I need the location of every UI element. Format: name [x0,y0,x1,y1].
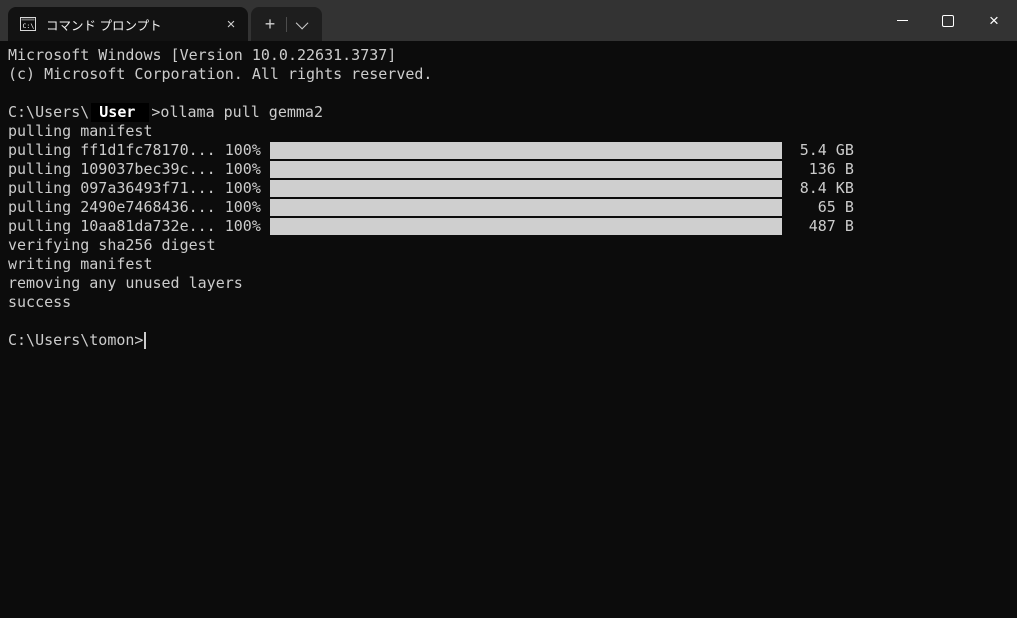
terminal-blank-line [8,84,1009,103]
download-size: 65 B [782,198,854,217]
terminal-progress-line: pulling ff1d1fc78170... 100%5.4 GB [8,141,1009,160]
terminal-screen[interactable]: Microsoft Windows [Version 10.0.22631.37… [0,41,1017,618]
svg-text:C:\: C:\ [23,22,35,30]
download-size: 487 B [782,217,854,236]
terminal-line: verifying sha256 digest [8,236,1009,255]
close-button[interactable]: × [971,0,1017,41]
close-icon: × [989,12,999,29]
new-tab-group: + [251,7,322,41]
new-tab-button[interactable]: + [254,7,286,41]
download-size: 136 B [782,160,854,179]
command-prompt-icon: C:\ [20,17,36,31]
terminal-prompt-line: C:\Users\User>ollama pull gemma2 [8,103,1009,122]
terminal-prompt-line: C:\Users\tomon> [8,331,1009,350]
minimize-icon [897,20,908,21]
progress-bar [270,161,782,178]
terminal-progress-line: pulling 109037bec39c... 100%136 B [8,160,1009,179]
terminal-line: removing any unused layers [8,274,1009,293]
tab-command-prompt[interactable]: C:\ コマンド プロンプト × [8,7,248,41]
terminal-line: success [8,293,1009,312]
progress-bar [270,199,782,216]
terminal-line: Microsoft Windows [Version 10.0.22631.37… [8,46,1009,65]
tab-close-icon[interactable]: × [220,13,242,35]
terminal-line: pulling manifest [8,122,1009,141]
terminal-line: writing manifest [8,255,1009,274]
tab-dropdown-button[interactable] [287,7,319,41]
download-size: 8.4 KB [782,179,854,198]
terminal-progress-line: pulling 10aa81da732e... 100%487 B [8,217,1009,236]
title-bar: C:\ コマンド プロンプト × + × [0,0,1017,41]
tab-title: コマンド プロンプト [46,15,162,34]
progress-bar [270,218,782,235]
progress-bar [270,180,782,197]
text-cursor [144,332,146,349]
terminal-window: C:\ コマンド プロンプト × + × Micr [0,0,1017,618]
window-controls: × [879,0,1017,41]
progress-bar [270,142,782,159]
terminal-progress-line: pulling 2490e7468436... 100%65 B [8,198,1009,217]
redacted-username: User [91,103,149,122]
terminal-progress-line: pulling 097a36493f71... 100%8.4 KB [8,179,1009,198]
maximize-button[interactable] [925,0,971,41]
chevron-down-icon [295,16,308,29]
minimize-button[interactable] [879,0,925,41]
download-size: 5.4 GB [782,141,854,160]
terminal-line: (c) Microsoft Corporation. All rights re… [8,65,1009,84]
terminal-blank-line [8,312,1009,331]
titlebar-drag-region [322,0,879,41]
maximize-icon [942,15,954,27]
